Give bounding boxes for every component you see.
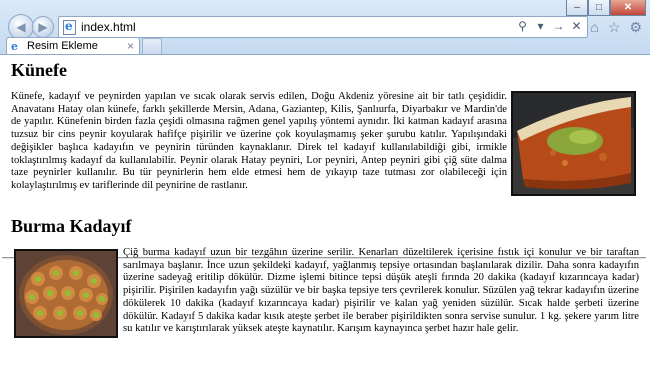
go-icon[interactable]: → xyxy=(552,19,565,33)
new-tab-button[interactable] xyxy=(142,38,162,54)
gear-icon[interactable]: ⚙ xyxy=(629,19,642,36)
kunefe-image xyxy=(511,91,636,196)
window-controls: – □ ✕ xyxy=(566,0,646,16)
forward-button[interactable]: ▶ xyxy=(32,16,54,38)
dropdown-icon[interactable]: ▾ xyxy=(534,19,547,33)
tab-label: Resim Ekleme xyxy=(27,40,98,52)
address-tools: ⚲ ▾ → ✕ xyxy=(516,19,583,33)
kunefe-picture xyxy=(513,93,634,194)
tab-close-icon[interactable]: × xyxy=(127,39,134,53)
address-text[interactable]: index.html xyxy=(81,20,136,34)
close-button[interactable]: ✕ xyxy=(610,0,646,16)
toolbar-icons: ⌂ ☆ ⚙ xyxy=(590,19,642,36)
section-title: Künefe xyxy=(11,60,67,80)
stop-icon[interactable]: ✕ xyxy=(570,19,583,33)
page-icon xyxy=(63,19,76,35)
back-arrow-icon: ◀ xyxy=(16,20,26,34)
browser-chrome: ◀ ▶ index.html ⚲ ▾ → ✕ – □ ✕ ⌂ ☆ ⚙ e Res… xyxy=(0,0,650,55)
burma-kadayif-image xyxy=(14,249,118,338)
favorites-star-icon[interactable]: ☆ xyxy=(608,19,621,36)
forward-arrow-icon: ▶ xyxy=(38,20,48,34)
maximize-button[interactable]: □ xyxy=(588,0,610,16)
burma-kadayif-picture xyxy=(16,251,116,336)
search-icon[interactable]: ⚲ xyxy=(516,19,529,33)
section-title: Burma Kadayıf xyxy=(11,216,132,236)
minimize-button[interactable]: – xyxy=(566,0,588,16)
section-text: Künefe, kadayıf ve peynirden yapılan ve … xyxy=(11,91,507,191)
page-viewport: Künefe Künefe, kadayıf ve peynirden yapı… xyxy=(0,54,650,370)
home-icon[interactable]: ⌂ xyxy=(590,19,598,36)
address-bar[interactable]: index.html ⚲ ▾ → ✕ xyxy=(58,16,588,38)
ie-icon: e xyxy=(11,40,18,53)
section-text: Çiğ burma kadayıf uzun bir tezgâhın üzer… xyxy=(123,247,639,335)
tab-resim-ekleme[interactable]: e Resim Ekleme × xyxy=(6,37,140,55)
